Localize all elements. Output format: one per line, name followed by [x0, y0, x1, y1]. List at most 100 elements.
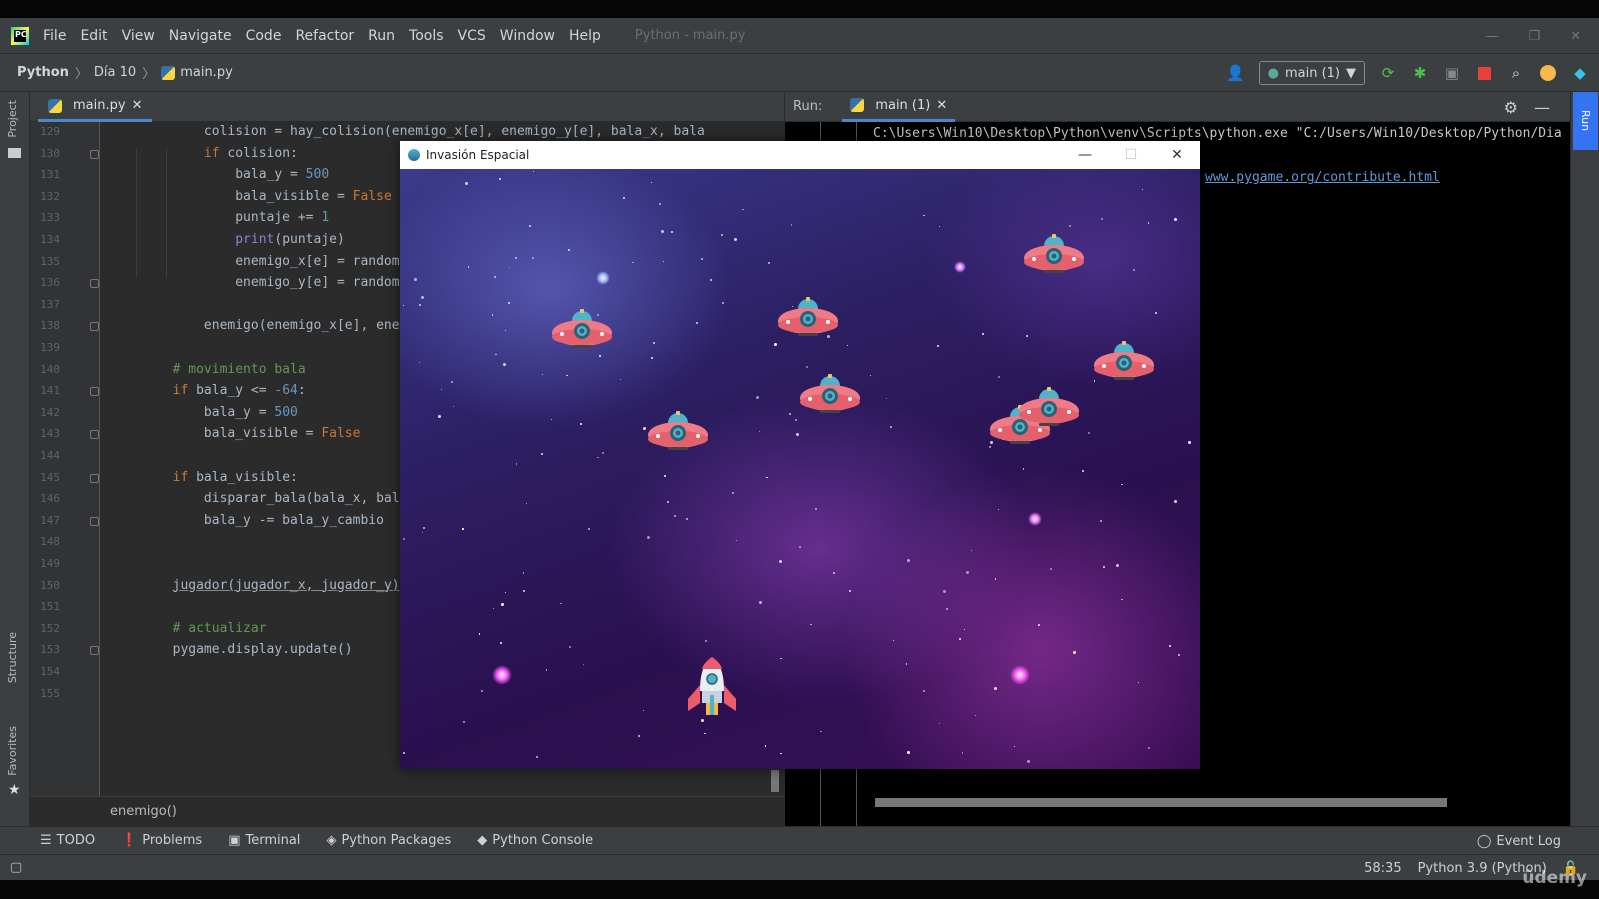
code-line: bala_visible = False: [110, 188, 392, 204]
menu-run[interactable]: Run: [368, 28, 395, 44]
game-titlebar[interactable]: Invasión Espacial — ☐ ✕: [400, 141, 1200, 169]
fold-marker-icon[interactable]: [90, 516, 99, 526]
star: [478, 633, 481, 635]
fold-marker-icon[interactable]: [90, 430, 99, 440]
todo-tool-button[interactable]: ☰ TODO: [40, 833, 95, 848]
breadcrumb-folder[interactable]: Día 10: [94, 65, 136, 80]
star: [582, 664, 585, 666]
fold-marker-icon[interactable]: [90, 387, 99, 397]
editor-scrollbar[interactable]: [771, 770, 779, 792]
coverage-icon[interactable]: ▣: [1443, 64, 1461, 82]
rerun-icon[interactable]: ⟳: [1379, 64, 1397, 82]
star: [779, 560, 783, 564]
tab-main-py[interactable]: main.py ✕: [38, 92, 153, 122]
fold-marker-icon[interactable]: [90, 149, 99, 159]
menu-help[interactable]: Help: [569, 28, 601, 44]
breadcrumb-file[interactable]: main.py: [180, 65, 233, 80]
star: [994, 686, 998, 690]
star: [709, 278, 712, 281]
python-console-tool-button[interactable]: ◆ Python Console: [477, 833, 593, 848]
game-close-button[interactable]: ✕: [1154, 141, 1200, 169]
python-packages-tool-button[interactable]: ◈ Python Packages: [326, 833, 451, 848]
star: [815, 508, 818, 511]
star: [515, 463, 518, 465]
ufo-enemy-icon: [1024, 234, 1084, 273]
star: [659, 202, 662, 205]
star: [622, 196, 625, 199]
menu-tools[interactable]: Tools: [409, 28, 444, 44]
python-packages-label: Python Packages: [341, 833, 452, 848]
terminal-tool-button[interactable]: ▣ Terminal: [228, 833, 300, 848]
star: [731, 491, 734, 494]
status-bar: ▢ 58:35 Python 3.9 (Python) 🔓: [0, 854, 1599, 880]
star: [705, 640, 708, 643]
hide-panel-icon[interactable]: —: [1534, 98, 1550, 117]
search-icon[interactable]: ⌕: [1507, 64, 1525, 82]
star: [938, 225, 940, 228]
star: [1102, 565, 1105, 568]
run-tab-main[interactable]: main (1) ✕: [842, 92, 956, 122]
close-tab-icon[interactable]: ✕: [132, 98, 143, 113]
breadcrumb-project[interactable]: Python: [17, 65, 69, 80]
pycharm-logo-icon: PC: [11, 26, 29, 45]
toggle-tool-windows-icon[interactable]: ▢: [10, 860, 22, 875]
star: [653, 341, 656, 344]
star: [670, 231, 673, 234]
game-minimize-button[interactable]: —: [1062, 141, 1108, 169]
updates-icon[interactable]: [1539, 64, 1557, 82]
glowing-star: [596, 271, 610, 285]
menu-navigate[interactable]: Navigate: [169, 28, 232, 44]
run-side-tab[interactable]: Run: [1573, 92, 1598, 150]
star: [982, 333, 985, 336]
game-maximize-button[interactable]: ☐: [1108, 141, 1154, 169]
gear-icon[interactable]: ⚙: [1504, 98, 1518, 117]
left-tool-strip: Project Structure Favorites ★: [0, 92, 30, 826]
fold-marker-icon[interactable]: [90, 279, 99, 289]
star: [997, 508, 1000, 511]
editor-breadcrumb[interactable]: enemigo(): [30, 796, 784, 826]
window-title: Python - main.py: [634, 28, 746, 43]
run-config-select[interactable]: ● main (1) ▼: [1258, 61, 1365, 85]
console-link[interactable]: www.pygame.org/contribute.html: [1205, 170, 1440, 185]
star: [1168, 645, 1171, 648]
star: [1177, 654, 1180, 657]
chevron-down-icon: ▼: [1346, 65, 1356, 81]
menu-window[interactable]: Window: [500, 28, 555, 44]
plugin-icon[interactable]: ◆: [1571, 64, 1589, 82]
code-line: bala_y -= bala_y_cambio: [110, 512, 384, 528]
project-tool-tab[interactable]: Project: [6, 100, 19, 138]
minimize-button[interactable]: —: [1485, 29, 1498, 44]
fold-marker-icon[interactable]: [90, 322, 99, 332]
menu-vcs[interactable]: VCS: [458, 28, 486, 44]
fold-marker-icon[interactable]: [90, 646, 99, 656]
menu-refactor[interactable]: Refactor: [295, 28, 354, 44]
menu-view[interactable]: View: [122, 28, 155, 44]
favorites-tool-tab[interactable]: Favorites: [6, 726, 19, 776]
letterbox-bottom: [0, 880, 1599, 899]
fold-marker-icon[interactable]: [90, 473, 99, 483]
structure-tool-tab[interactable]: Structure: [6, 632, 19, 683]
star: [643, 709, 645, 712]
star: [601, 451, 604, 454]
code-line: colision = hay_colision(enemigo_x[e], en…: [110, 124, 705, 139]
restore-button[interactable]: ❐: [1528, 29, 1540, 44]
menu-edit[interactable]: Edit: [80, 28, 107, 44]
game-canvas[interactable]: [400, 169, 1200, 769]
stop-icon[interactable]: [1475, 64, 1493, 82]
line-number: 144: [40, 449, 60, 462]
menu-file[interactable]: File: [43, 28, 66, 44]
console-scrollbar[interactable]: [875, 798, 1447, 807]
python-console-icon: ◆: [477, 833, 488, 848]
user-icon[interactable]: 👤: [1226, 64, 1245, 82]
event-log-button[interactable]: ◯ Event Log: [1477, 827, 1561, 855]
navigation-bar: Python 〉 Día 10 〉 main.py 👤 ● main (1) ▼…: [0, 54, 1599, 92]
close-button[interactable]: ✕: [1570, 29, 1581, 44]
close-tab-icon[interactable]: ✕: [936, 98, 947, 113]
debug-icon[interactable]: ✱: [1411, 64, 1429, 82]
bottom-tool-bar: ☰ TODO ❗ Problems ▣ Terminal ◈ Python Pa…: [0, 826, 1599, 854]
menu-code[interactable]: Code: [246, 28, 282, 44]
problems-tool-button[interactable]: ❗ Problems: [121, 833, 202, 848]
star: [492, 607, 494, 610]
caret-position[interactable]: 58:35: [1364, 861, 1401, 876]
star: [1069, 225, 1072, 227]
